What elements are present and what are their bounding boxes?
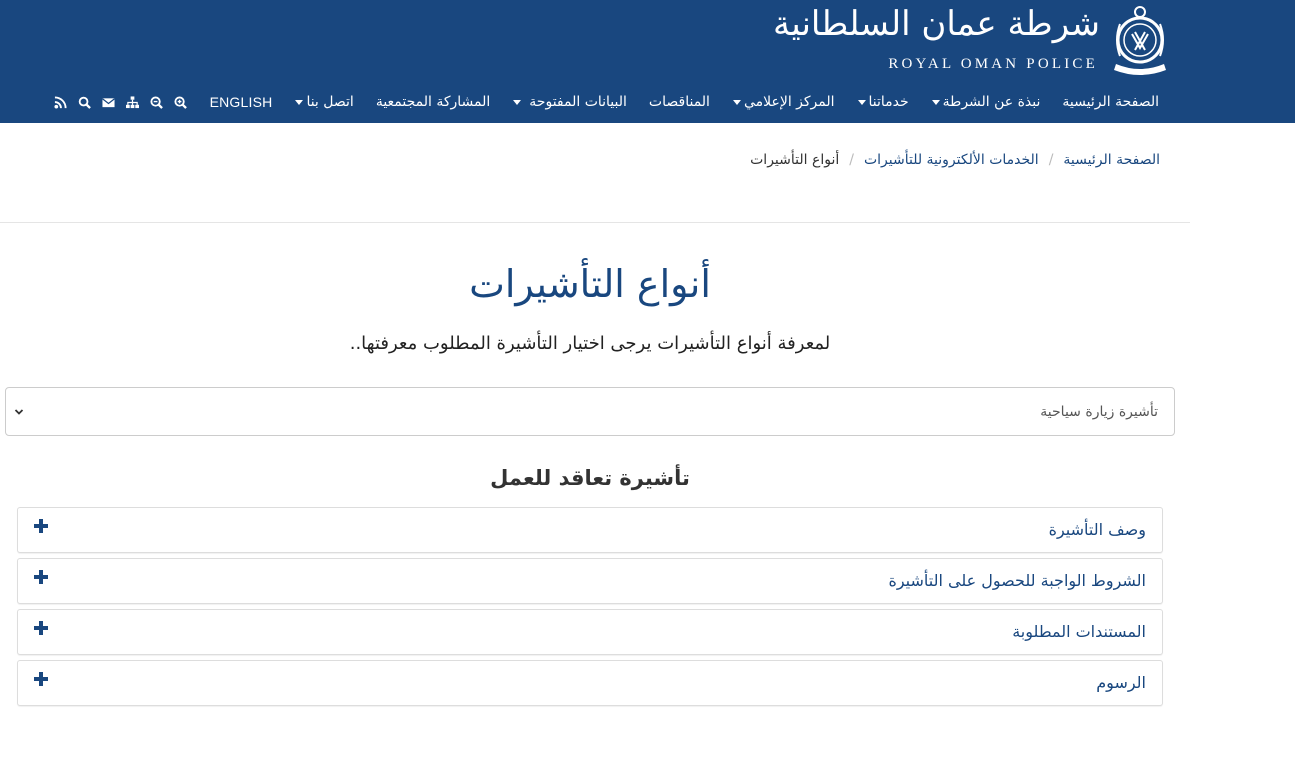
plus-icon[interactable] [34, 570, 48, 584]
accordion-item-label: الرسوم [1096, 673, 1146, 692]
caret-down-icon [295, 99, 304, 105]
plus-icon[interactable] [34, 519, 48, 533]
nav-services-label: خدماتنا [868, 94, 909, 110]
nav-english-label: ENGLISH [209, 94, 273, 110]
accordion-item-fees[interactable]: الرسوم [17, 660, 1163, 706]
zoom-in-icon[interactable] [174, 95, 187, 109]
nav-open-data[interactable]: البيانات المفتوحة [501, 94, 638, 110]
police-emblem-icon [1114, 6, 1166, 75]
nav-open-data-label: البيانات المفتوحة [529, 94, 627, 110]
nav-toolbar-icons [54, 95, 187, 109]
visa-type-selected-value: تأشيرة زيارة سياحية [1040, 403, 1158, 420]
nav-home-label: الصفحة الرئيسية [1062, 94, 1159, 110]
nav-contact-label: اتصل بنا [306, 94, 354, 110]
breadcrumb-parent[interactable]: الخدمات الألكترونية للتأشيرات [864, 152, 1039, 168]
nav-community-label: المشاركة المجتمعية [375, 94, 491, 110]
nav-media-center-label: المركز الإعلامي [743, 94, 835, 110]
breadcrumb: الصفحة الرئيسية / الخدمات الألكترونية لل… [750, 152, 1160, 168]
nav-tenders[interactable]: المناقصات [638, 94, 721, 110]
caret-down-icon [931, 99, 940, 105]
search-icon[interactable] [78, 96, 91, 109]
rss-icon[interactable] [54, 95, 67, 109]
header-divider [0, 222, 1190, 223]
envelope-icon[interactable] [101, 96, 115, 109]
nav-home[interactable]: الصفحة الرئيسية [1051, 94, 1170, 110]
plus-icon[interactable] [34, 672, 48, 686]
logo-arabic-text: شرطة عمان السلطانية [772, 4, 1100, 44]
nav-about[interactable]: نبذة عن الشرطة [920, 94, 1052, 110]
nav-community[interactable]: المشاركة المجتمعية [365, 94, 501, 110]
plus-icon[interactable] [34, 621, 48, 635]
breadcrumb-separator: / [1048, 152, 1054, 168]
zoom-out-icon[interactable] [150, 95, 163, 109]
accordion-item-label: المستندات المطلوبة [1012, 622, 1146, 641]
caret-down-icon [513, 99, 522, 105]
breadcrumb-home[interactable]: الصفحة الرئيسية [1063, 152, 1160, 168]
nav-services[interactable]: خدماتنا [846, 94, 920, 110]
sitemap-icon[interactable] [125, 95, 139, 109]
breadcrumb-separator: / [849, 152, 854, 168]
site-logo[interactable]: شرطة عمان السلطانية ROYAL OMAN POLICE [773, 4, 1170, 76]
breadcrumb-current: أنواع التأشيرات [750, 152, 840, 168]
chevron-down-icon [14, 408, 24, 415]
accordion-item-label: الشروط الواجبة للحصول على التأشيرة [888, 571, 1146, 590]
visa-details-accordion: وصف التأشيرة الشروط الواجبة للحصول على ا… [17, 507, 1163, 711]
visa-section-title: تأشيرة تعاقد للعمل [490, 466, 690, 490]
caret-down-icon [857, 99, 866, 105]
accordion-item-label: وصف التأشيرة [1048, 520, 1146, 539]
nav-tenders-label: المناقصات [648, 94, 710, 110]
nav-english[interactable]: ENGLISH [199, 94, 284, 110]
nav-contact[interactable]: اتصل بنا [283, 94, 364, 110]
accordion-item-description[interactable]: وصف التأشيرة [17, 507, 1163, 553]
accordion-item-documents[interactable]: المستندات المطلوبة [17, 609, 1163, 655]
page-lead-text: لمعرفة أنواع التأشيرات يرجى اختيار التأش… [349, 333, 831, 354]
page-title: أنواع التأشيرات [469, 262, 711, 306]
main-nav: الصفحة الرئيسية نبذة عن الشرطة خدماتنا ا… [54, 92, 1170, 112]
nav-about-label: نبذة عن الشرطة [942, 94, 1041, 110]
logo-english-text: ROYAL OMAN POLICE [888, 56, 1098, 72]
nav-media-center[interactable]: المركز الإعلامي [721, 94, 846, 110]
site-header: شرطة عمان السلطانية ROYAL OMAN POLICE ال… [0, 0, 1295, 123]
visa-type-select[interactable]: تأشيرة زيارة سياحية [5, 387, 1175, 436]
caret-down-icon [732, 99, 741, 105]
accordion-item-requirements[interactable]: الشروط الواجبة للحصول على التأشيرة [17, 558, 1163, 604]
